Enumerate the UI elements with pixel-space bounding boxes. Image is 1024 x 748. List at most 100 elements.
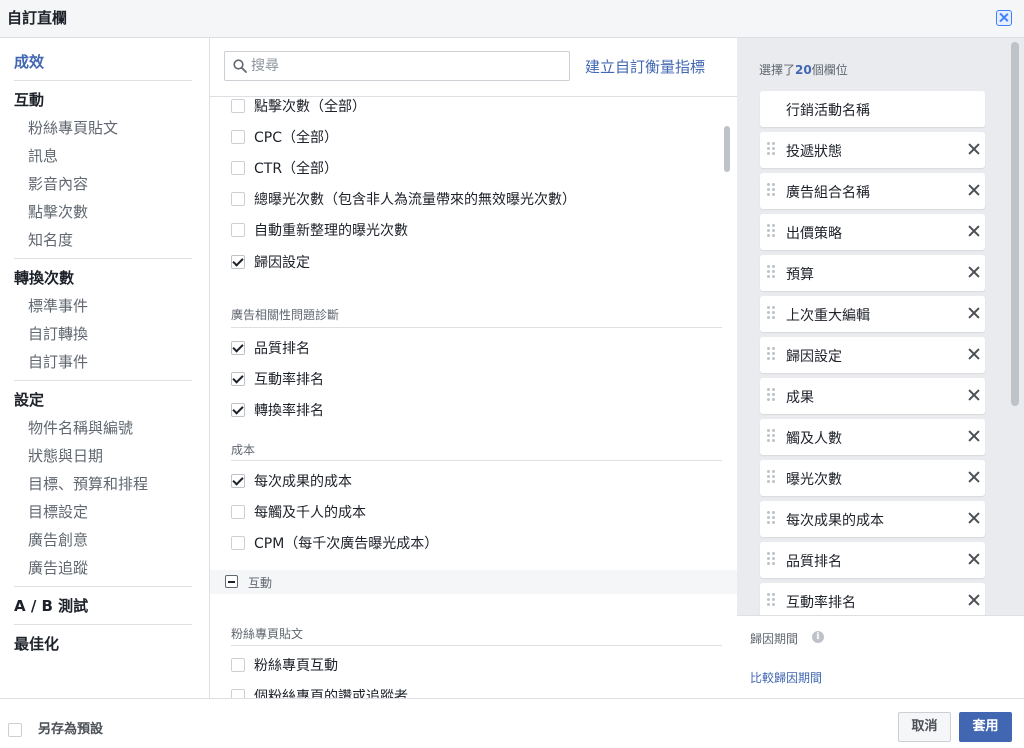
checkbox[interactable] [231,192,245,206]
selected-column-item[interactable]: 上次重大編輯 [760,296,985,332]
remove-column-icon[interactable] [968,553,980,565]
nav-item-object-names[interactable]: 物件名稱與編號 [28,417,133,438]
info-icon[interactable]: i [812,631,824,643]
option-cpm[interactable]: CPM（每千次廣告曝光成本） [231,532,438,554]
scrollbar[interactable] [1011,42,1019,406]
nav-item-goal-settings[interactable]: 目標設定 [28,501,88,522]
compare-attribution-link[interactable]: 比較歸因期間 [750,669,822,686]
checkbox[interactable] [231,99,245,113]
checkbox[interactable] [231,161,245,175]
nav-item-clicks[interactable]: 點擊次數 [28,201,88,222]
selected-column-item[interactable]: 廣告組合名稱 [760,173,985,209]
remove-column-icon[interactable] [968,594,980,606]
nav-item-optimization[interactable]: 最佳化 [14,633,59,654]
metrics-scroll-list[interactable]: 點擊次數（全部） CPC（全部） CTR（全部） 總曝光次數（包含非人為流量帶來… [210,96,737,698]
option-clicks-all[interactable]: 點擊次數（全部） [231,97,366,117]
collapse-icon[interactable] [225,575,238,588]
drag-handle-icon[interactable] [767,265,775,279]
selected-column-item[interactable]: 歸因設定 [760,337,985,373]
drag-handle-icon[interactable] [767,388,775,402]
checkbox-checked[interactable] [231,372,245,386]
checkbox[interactable] [231,130,245,144]
selected-column-item[interactable]: 品質排名 [760,542,985,578]
checkbox[interactable] [231,505,245,519]
option-cpc-all[interactable]: CPC（全部） [231,126,338,148]
nav-item-status-dates[interactable]: 狀態與日期 [28,445,103,466]
create-custom-metric-link[interactable]: 建立自訂衡量指標 [585,56,705,77]
close-icon[interactable] [996,10,1012,26]
selected-column-item[interactable]: 出價策略 [760,214,985,250]
option-quality-ranking[interactable]: 品質排名 [231,337,310,359]
nav-item-goal-budget-schedule[interactable]: 目標、預算和排程 [28,473,148,494]
option-ctr-all[interactable]: CTR（全部） [231,157,338,179]
nav-item-ad-creative[interactable]: 廣告創意 [28,529,88,550]
drag-handle-icon[interactable] [767,511,775,525]
option-cost-per-1000-reached[interactable]: 每觸及千人的成本 [231,501,366,523]
selected-column-item[interactable]: 投遞狀態 [760,132,985,168]
drag-handle-icon[interactable] [767,347,775,361]
selected-column-item[interactable]: 每次成果的成本 [760,501,985,537]
checkbox[interactable] [231,223,245,237]
option-engagement-rate-ranking[interactable]: 互動率排名 [231,368,324,390]
nav-item-conversions[interactable]: 轉換次數 [14,267,74,288]
drag-handle-icon[interactable] [767,470,775,484]
remove-column-icon[interactable] [968,471,980,483]
option-auto-refresh-impressions[interactable]: 自動重新整理的曝光次數 [231,219,408,241]
remove-column-icon[interactable] [968,389,980,401]
search-box[interactable] [224,51,570,81]
option-gross-impressions[interactable]: 總曝光次數（包含非人為流量帶來的無效曝光次數） [231,188,576,210]
option-page-engagement[interactable]: 粉絲專頁互動 [231,654,338,676]
selected-column-item[interactable]: 預算 [760,255,985,291]
scrollbar[interactable] [724,126,730,172]
cancel-button[interactable]: 取消 [898,712,951,742]
checkbox[interactable] [231,536,245,550]
selected-column-item[interactable]: 曝光次數 [760,460,985,496]
drag-handle-icon[interactable] [767,429,775,443]
checkbox[interactable] [231,658,245,672]
nav-item-standard-events[interactable]: 標準事件 [28,295,88,316]
nav-item-messages[interactable]: 訊息 [28,145,58,166]
drag-handle-icon[interactable] [767,552,775,566]
checkbox-checked[interactable] [231,474,245,488]
selected-column-item[interactable]: 互動率排名 [760,583,985,615]
remove-column-icon[interactable] [968,184,980,196]
remove-column-icon[interactable] [968,348,980,360]
nav-item-ab-test[interactable]: A / B 測試 [14,595,88,616]
remove-column-icon[interactable] [968,307,980,319]
drag-handle-icon[interactable] [767,142,775,156]
nav-item-video[interactable]: 影音內容 [28,173,88,194]
checkbox[interactable] [231,689,245,698]
nav-item-custom-conversions[interactable]: 自訂轉換 [28,323,88,344]
option-cost-per-result[interactable]: 每次成果的成本 [231,470,352,492]
nav-item-ad-tracking[interactable]: 廣告追蹤 [28,557,88,578]
selected-column-label: 行銷活動名稱 [786,103,870,119]
nav-item-performance[interactable]: 成效 [14,51,44,72]
search-input[interactable] [251,55,561,77]
option-page-likes-followers[interactable]: 個粉絲專頁的讚或追蹤者 [231,685,408,698]
drag-handle-icon[interactable] [767,183,775,197]
selected-column-item[interactable]: 成果 [760,378,985,414]
selected-column-item[interactable]: 行銷活動名稱 [760,91,985,127]
option-attribution-setting[interactable]: 歸因設定 [231,251,310,273]
remove-column-icon[interactable] [968,430,980,442]
checkbox-checked[interactable] [231,403,245,417]
remove-column-icon[interactable] [968,143,980,155]
drag-handle-icon[interactable] [767,306,775,320]
apply-button[interactable]: 套用 [959,712,1012,742]
nav-item-custom-events[interactable]: 自訂事件 [28,351,88,372]
selected-column-item[interactable]: 觸及人數 [760,419,985,455]
nav-item-settings[interactable]: 設定 [14,389,44,410]
remove-column-icon[interactable] [968,266,980,278]
drag-handle-icon[interactable] [767,224,775,238]
checkbox-checked[interactable] [231,255,245,269]
save-as-preset-checkbox[interactable] [8,723,22,737]
option-conversion-rate-ranking[interactable]: 轉換率排名 [231,399,324,421]
nav-item-awareness[interactable]: 知名度 [28,229,73,250]
nav-item-engagement[interactable]: 互動 [14,89,44,110]
checkbox-checked[interactable] [231,341,245,355]
drag-handle-icon[interactable] [767,593,775,607]
remove-column-icon[interactable] [968,512,980,524]
remove-column-icon[interactable] [968,225,980,237]
nav-item-page-posts[interactable]: 粉絲專頁貼文 [28,117,118,138]
group-header-engagement[interactable]: 互動 [210,570,737,594]
